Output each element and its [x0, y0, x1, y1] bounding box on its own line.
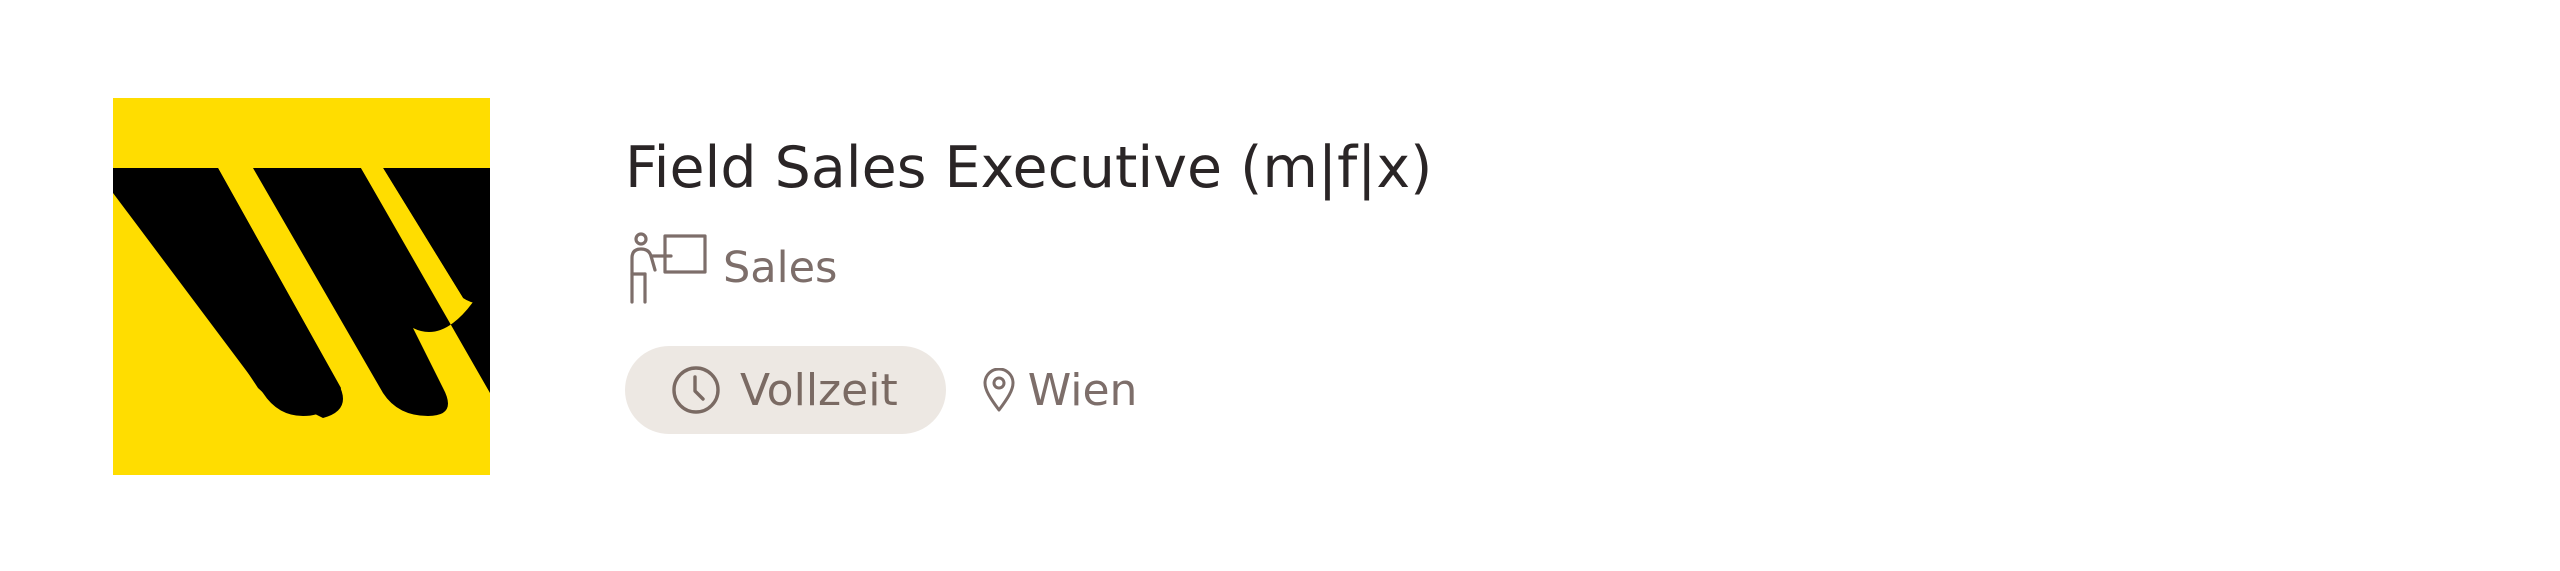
job-listing-card[interactable]: Field Sales Executive (m|f|x) Sales Voll… [0, 0, 2560, 571]
company-logo-mark [113, 98, 490, 475]
employment-type-tag: Vollzeit [625, 346, 946, 434]
presenter-icon [630, 232, 707, 304]
job-title[interactable]: Field Sales Executive (m|f|x) [625, 130, 1432, 206]
map-pin-icon [983, 368, 1015, 412]
job-location: Wien [982, 364, 1138, 416]
clock-icon [672, 366, 720, 414]
job-category: Sales [625, 232, 837, 304]
employment-type-label: Vollzeit [740, 364, 898, 416]
job-meta: Vollzeit Wien [625, 346, 1137, 434]
job-category-label: Sales [723, 243, 838, 293]
job-details: Field Sales Executive (m|f|x) Sales Voll… [625, 130, 1432, 434]
company-logo [113, 98, 490, 475]
job-location-label: Wien [1027, 364, 1138, 416]
